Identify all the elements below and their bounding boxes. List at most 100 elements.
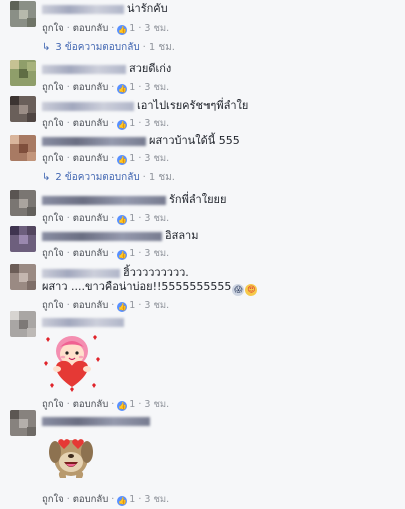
like-count: 1 <box>129 118 136 129</box>
like-button[interactable]: ถูกใจ <box>42 494 64 505</box>
reply-button[interactable]: ตอบกลับ <box>73 300 109 311</box>
comment-body: น่ารักคับ <box>42 2 168 16</box>
screaming-face-emoji-icon: 😱 <box>232 284 245 296</box>
comment-actions: ถูกใจ · ตอบกลับ · 👍 1 · 3 ชม. <box>42 300 170 312</box>
thumbs-up-icon: 👍 <box>117 302 128 312</box>
timestamp: 3 ชม. <box>144 300 170 311</box>
timestamp: 3 ชม. <box>144 248 170 259</box>
like-count: 1 <box>129 153 136 164</box>
view-replies-link[interactable]: ↳ 2 ข้อความตอบกลับ · 1 ชม. <box>42 170 175 185</box>
reply-button[interactable]: ตอบกลับ <box>73 399 109 410</box>
comment-text: น่ารักคับ <box>127 2 168 15</box>
thumbs-up-icon: 👍 <box>117 496 128 506</box>
avatar[interactable] <box>10 226 36 252</box>
comment-body <box>42 414 153 428</box>
commenter-name[interactable] <box>42 136 146 146</box>
like-count: 1 <box>129 494 136 505</box>
comment-text: ฮิ้ววววววววว. <box>123 266 189 279</box>
thumbs-up-icon: 👍 <box>117 250 128 260</box>
commenter-name[interactable] <box>42 231 162 241</box>
thumbs-up-icon: 👍 <box>117 155 128 165</box>
comment-text: อิสลาม <box>165 229 199 242</box>
avatar[interactable] <box>10 190 36 216</box>
commenter-name[interactable] <box>42 317 124 327</box>
commenter-name[interactable] <box>42 195 166 205</box>
comment-body: ฮิ้ววววววววว. <box>42 266 189 280</box>
reply-button[interactable]: ตอบกลับ <box>73 153 109 164</box>
comment-body: รักพี่ลำใยยย <box>42 193 226 207</box>
comment-actions: ถูกใจ · ตอบกลับ · 👍 1 · 3 ชม. <box>42 248 170 260</box>
replies-label: 2 ข้อความตอบกลับ <box>55 172 140 183</box>
commenter-name[interactable] <box>42 268 120 278</box>
thumbs-up-icon: 👍 <box>117 401 128 411</box>
comment-body <box>42 315 127 329</box>
reply-arrow-icon: ↳ <box>42 42 51 53</box>
girl-hugging-heart-sticker[interactable] <box>42 329 102 395</box>
timestamp: 3 ชม. <box>144 494 170 505</box>
timestamp: 3 ชม. <box>144 118 170 129</box>
thumbs-up-icon: 👍 <box>117 25 128 35</box>
like-count: 1 <box>129 82 136 93</box>
comment-actions: ถูกใจ · ตอบกลับ · 👍 1 · 3 ชม. <box>42 153 170 165</box>
comment-actions: ถูกใจ · ตอบกลับ · 👍 1 · 3 ชม. <box>42 118 170 130</box>
comment-actions: ถูกใจ · ตอบกลับ · 👍 1 · 3 ชม. <box>42 23 170 35</box>
timestamp: 3 ชม. <box>144 153 170 164</box>
like-button[interactable]: ถูกใจ <box>42 118 64 129</box>
like-button[interactable]: ถูกใจ <box>42 213 64 224</box>
timestamp: 3 ชม. <box>144 82 170 93</box>
avatar[interactable] <box>10 96 36 122</box>
like-button[interactable]: ถูกใจ <box>42 153 64 164</box>
view-replies-link[interactable]: ↳ 3 ข้อความตอบกลับ · 1 ชม. <box>42 40 175 55</box>
like-button[interactable]: ถูกใจ <box>42 82 64 93</box>
comment-body: อิสลาม <box>42 229 199 243</box>
comment-text-2: ผสาว ....ขาวคือน่าบ่อย!!5555555555 <box>42 280 232 293</box>
avatar[interactable] <box>10 264 36 290</box>
like-count: 1 <box>129 213 136 224</box>
replies-time: 1 ชม. <box>148 42 175 53</box>
reply-button[interactable]: ตอบกลับ <box>73 213 109 224</box>
comment-actions: ถูกใจ · ตอบกลับ · 👍 1 · 3 ชม. <box>42 494 170 506</box>
reply-button[interactable]: ตอบกลับ <box>73 118 109 129</box>
comment-text: ผสาวบ้านใด้นี้ 555 <box>149 134 240 147</box>
thumbs-up-icon: 👍 <box>117 84 128 94</box>
like-button[interactable]: ถูกใจ <box>42 300 64 311</box>
comment-actions: ถูกใจ · ตอบกลับ · 👍 1 · 3 ชม. <box>42 213 170 225</box>
avatar[interactable] <box>10 60 36 86</box>
commenter-name[interactable] <box>42 101 134 111</box>
timestamp: 3 ชม. <box>144 23 170 34</box>
commenter-name[interactable] <box>42 4 124 14</box>
like-count: 1 <box>129 23 136 34</box>
replies-label: 3 ข้อความตอบกลับ <box>55 42 140 53</box>
comment-body: เอาไปเรยครัช๚ๆพี่ลำใย <box>42 99 248 113</box>
comment-actions: ถูกใจ · ตอบกลับ · 👍 1 · 3 ชม. <box>42 399 170 411</box>
like-button[interactable]: ถูกใจ <box>42 248 64 259</box>
reply-button[interactable]: ตอบกลับ <box>73 23 109 34</box>
thumbs-up-icon: 👍 <box>117 120 128 130</box>
timestamp: 3 ชม. <box>144 399 170 410</box>
avatar[interactable] <box>10 1 36 27</box>
comment-text: รักพี่ลำใยยย <box>169 193 227 206</box>
like-count: 1 <box>129 399 136 410</box>
comment-body: ผสาวบ้านใด้นี้ 555 <box>42 134 240 148</box>
avatar[interactable] <box>10 311 36 337</box>
comment-text: สวยดีเก่ง <box>129 62 172 75</box>
avatar[interactable] <box>10 410 36 436</box>
timestamp: 3 ชม. <box>144 213 170 224</box>
like-button[interactable]: ถูกใจ <box>42 399 64 410</box>
dog-heart-eyes-sticker[interactable] <box>46 428 96 484</box>
like-count: 1 <box>129 300 136 311</box>
replies-time: 1 ชม. <box>148 172 175 183</box>
like-count: 1 <box>129 248 136 259</box>
commenter-name[interactable] <box>42 416 150 426</box>
commenter-name[interactable] <box>42 64 126 74</box>
comment-body: สวยดีเก่ง <box>42 62 171 76</box>
like-button[interactable]: ถูกใจ <box>42 23 64 34</box>
reply-button[interactable]: ตอบกลับ <box>73 82 109 93</box>
thumbs-up-icon: 👍 <box>117 215 128 225</box>
reply-button[interactable]: ตอบกลับ <box>73 494 109 505</box>
comment-body-line2: ผสาว ....ขาวคือน่าบ่อย!!5555555555 😱 😍 <box>42 280 258 296</box>
comment-text: เอาไปเรยครัช๚ๆพี่ลำใย <box>137 99 249 112</box>
reply-button[interactable]: ตอบกลับ <box>73 248 109 259</box>
reply-arrow-icon: ↳ <box>42 172 51 183</box>
avatar[interactable] <box>10 135 36 161</box>
